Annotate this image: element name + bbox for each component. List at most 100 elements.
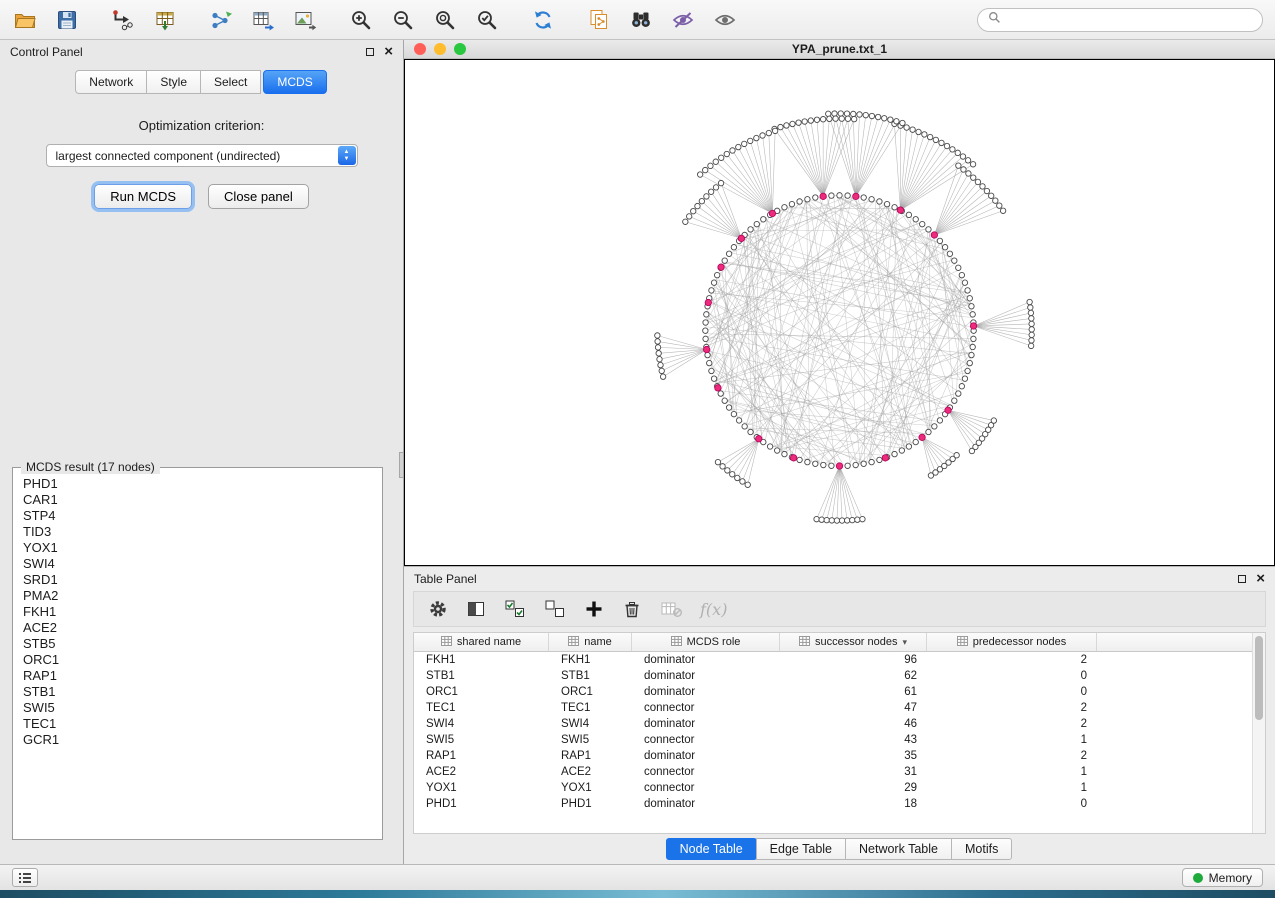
list-item[interactable]: RAP1 [23, 668, 372, 684]
table-row[interactable]: PHD1PHD1dominator180 [414, 796, 1252, 812]
close-mcds-panel-button[interactable]: Close panel [208, 184, 309, 209]
save-session-icon[interactable] [54, 7, 80, 33]
criterion-dropdown-value: largest connected component (undirected) [56, 149, 281, 163]
search-box[interactable] [977, 8, 1263, 32]
close-panel-icon[interactable]: × [384, 46, 393, 58]
list-item[interactable]: SWI4 [23, 556, 372, 572]
sort-chevron-icon: ▾ [903, 637, 908, 648]
cell: 61 [780, 686, 927, 698]
show-all-icon[interactable] [712, 7, 738, 33]
add-row-icon[interactable] [584, 599, 604, 619]
list-item[interactable]: ACE2 [23, 620, 372, 636]
list-item[interactable]: SRD1 [23, 572, 372, 588]
scrollbar-thumb[interactable] [1255, 636, 1263, 720]
list-item[interactable]: YOX1 [23, 540, 372, 556]
tab-network-table[interactable]: Network Table [845, 838, 952, 860]
window-zoom-button[interactable] [454, 43, 466, 55]
table-row[interactable]: ORC1ORC1dominator610 [414, 684, 1252, 700]
window-close-button[interactable] [414, 43, 426, 55]
list-item[interactable]: STB1 [23, 684, 372, 700]
export-image-icon[interactable] [292, 7, 318, 33]
list-item[interactable]: PMA2 [23, 588, 372, 604]
table-row[interactable]: TEC1TEC1connector472 [414, 700, 1252, 716]
tab-edge-table[interactable]: Edge Table [756, 838, 846, 860]
table-row[interactable]: SWI5SWI5connector431 [414, 732, 1252, 748]
cell: dominator [632, 718, 780, 730]
table-row[interactable]: SWI4SWI4dominator462 [414, 716, 1252, 732]
open-file-icon[interactable] [12, 7, 38, 33]
cell: 46 [780, 718, 927, 730]
clone-network-icon[interactable] [586, 7, 612, 33]
column-grid-icon [441, 636, 452, 649]
refresh-layout-icon[interactable] [530, 7, 556, 33]
list-item[interactable]: TID3 [23, 524, 372, 540]
column-header-mcds-role[interactable]: MCDS role [632, 633, 780, 651]
cell: 2 [927, 702, 1097, 714]
list-item[interactable]: GCR1 [23, 732, 372, 748]
list-item[interactable]: FKH1 [23, 604, 372, 620]
table-row[interactable]: ACE2ACE2connector311 [414, 764, 1252, 780]
memory-button[interactable]: Memory [1182, 868, 1263, 887]
cell: 31 [780, 766, 927, 778]
window-minimize-button[interactable] [434, 43, 446, 55]
table-row[interactable]: STB1STB1dominator620 [414, 668, 1252, 684]
list-item[interactable]: PHD1 [23, 476, 372, 492]
run-mcds-button[interactable]: Run MCDS [94, 184, 192, 209]
import-table-icon[interactable] [152, 7, 178, 33]
column-label: shared name [457, 636, 521, 648]
hide-selected-icon[interactable] [670, 7, 696, 33]
column-header-name[interactable]: name [549, 633, 632, 651]
float-panel-icon[interactable] [366, 48, 374, 56]
list-item[interactable]: STP4 [23, 508, 372, 524]
close-table-panel-icon[interactable]: × [1256, 573, 1265, 585]
cell: SWI4 [549, 718, 632, 730]
network-view-canvas[interactable] [404, 59, 1275, 566]
tab-node-table[interactable]: Node Table [666, 838, 757, 860]
table-scrollbar[interactable] [1252, 633, 1265, 833]
table-row[interactable]: YOX1YOX1connector291 [414, 780, 1252, 796]
table-row[interactable]: FKH1FKH1dominator962 [414, 652, 1252, 668]
deselect-all-icon[interactable] [544, 599, 566, 619]
column-grid-icon [799, 636, 810, 649]
column-header-predecessor-nodes[interactable]: predecessor nodes [927, 633, 1097, 651]
list-item[interactable]: STB5 [23, 636, 372, 652]
zoom-fit-icon[interactable] [432, 7, 458, 33]
float-table-panel-icon[interactable] [1238, 575, 1246, 583]
node-table: shared name name MCDS role successor nodes ▾… [413, 632, 1266, 834]
export-table-icon[interactable] [250, 7, 276, 33]
list-item[interactable]: CAR1 [23, 492, 372, 508]
select-all-icon[interactable] [504, 599, 526, 619]
table-row[interactable]: RAP1RAP1dominator352 [414, 748, 1252, 764]
column-header-successor-nodes[interactable]: successor nodes ▾ [780, 633, 927, 651]
table-settings-icon[interactable] [428, 599, 448, 619]
delete-row-icon[interactable] [622, 599, 642, 619]
import-network-icon[interactable] [110, 7, 136, 33]
cell: TEC1 [549, 702, 632, 714]
tab-mcds[interactable]: MCDS [263, 70, 326, 94]
find-icon[interactable] [628, 7, 654, 33]
status-menu-button[interactable] [12, 868, 38, 887]
search-input[interactable] [1007, 13, 1252, 27]
list-item[interactable]: SWI5 [23, 700, 372, 716]
show-columns-icon[interactable] [466, 599, 486, 619]
tab-motifs[interactable]: Motifs [951, 838, 1012, 860]
criterion-dropdown[interactable]: largest connected component (undirected)… [46, 144, 358, 167]
tab-network[interactable]: Network [75, 70, 147, 94]
column-header-shared-name[interactable]: shared name [414, 633, 549, 651]
column-label: name [584, 636, 612, 648]
zoom-in-icon[interactable] [348, 7, 374, 33]
tab-select[interactable]: Select [200, 70, 261, 94]
list-item[interactable]: ORC1 [23, 652, 372, 668]
panel-splitter-handle[interactable] [399, 452, 404, 478]
right-column: YPA_prune.txt_1 Table Panel × f(x) [404, 40, 1275, 864]
column-label: successor nodes [815, 636, 898, 648]
zoom-selected-icon[interactable] [474, 7, 500, 33]
cell: connector [632, 782, 780, 794]
new-network-icon[interactable] [208, 7, 234, 33]
cell: 0 [927, 686, 1097, 698]
tab-style[interactable]: Style [146, 70, 201, 94]
network-window-titlebar[interactable]: YPA_prune.txt_1 [404, 40, 1275, 59]
list-item[interactable]: TEC1 [23, 716, 372, 732]
zoom-out-icon[interactable] [390, 7, 416, 33]
search-icon [988, 11, 1001, 29]
